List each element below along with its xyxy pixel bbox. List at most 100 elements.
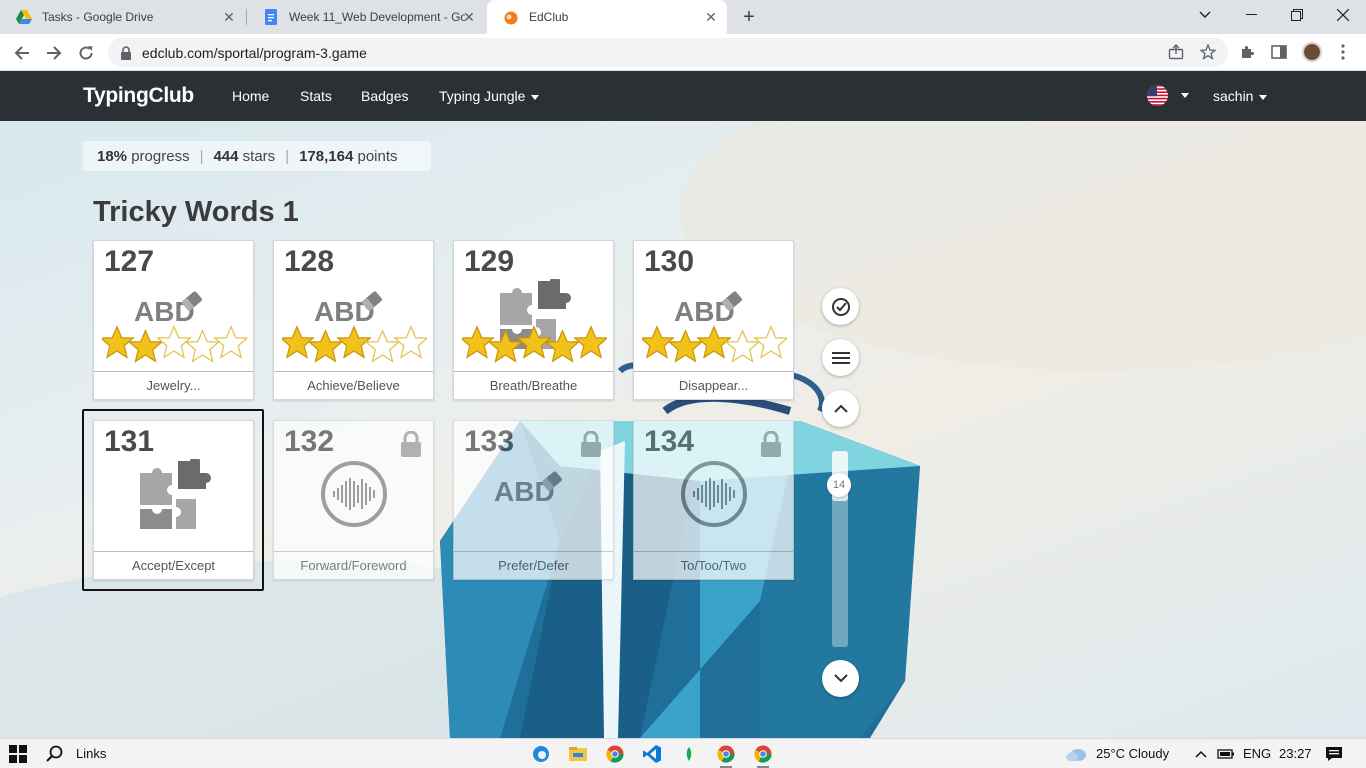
tab-title: Tasks - Google Drive	[42, 10, 154, 24]
tab-title: Week 11_Web Development - Go	[289, 10, 465, 24]
padlock-icon[interactable]	[120, 45, 132, 60]
puzzle-icon	[134, 456, 214, 529]
star-rating	[462, 325, 607, 363]
minimize-button[interactable]	[1228, 0, 1274, 30]
username: sachin	[1213, 88, 1254, 104]
lesson-name: Jewelry...	[94, 371, 253, 399]
language-caret-icon[interactable]	[1181, 93, 1189, 98]
nav-stats[interactable]: Stats	[300, 88, 332, 104]
main-content: 18% progress | 444 stars | 178,164 point…	[0, 121, 1366, 738]
lesson-card-127[interactable]: 127 ABD Jewelry...	[93, 240, 254, 400]
battery-icon[interactable]	[1216, 744, 1236, 764]
cloud-weather-icon[interactable]	[1064, 744, 1088, 764]
notification-center-icon[interactable]	[1324, 744, 1344, 764]
tab-title: EdClub	[529, 10, 569, 24]
chevron-up-icon[interactable]	[1194, 744, 1208, 764]
windows-start-icon[interactable]	[9, 745, 27, 763]
share-icon[interactable]	[1167, 43, 1185, 61]
lesson-number: 127	[104, 245, 155, 278]
lesson-card-133[interactable]: 133 ABD Prefer/Defer	[453, 420, 614, 580]
edge-browser-icon[interactable]	[531, 744, 551, 764]
windows-taskbar: Links 25°C Cloudy ENG 23:27	[0, 738, 1366, 768]
back-arrow-icon[interactable]	[9, 40, 35, 66]
star-empty-icon	[364, 329, 401, 363]
forward-arrow-icon[interactable]	[41, 40, 67, 66]
tab-edclub[interactable]: EdClub ✕	[487, 0, 727, 34]
lesson-number: 133	[464, 425, 515, 458]
lesson-number: 132	[284, 425, 335, 458]
reload-icon[interactable]	[73, 40, 99, 66]
lock-icon	[580, 430, 602, 457]
star-empty-icon	[213, 325, 247, 359]
close-tab-icon[interactable]: ✕	[703, 9, 719, 25]
kebab-menu-icon[interactable]	[1334, 43, 1352, 61]
lesson-name: Disappear...	[634, 371, 793, 399]
audio-wave-icon	[674, 459, 754, 529]
lesson-card-128[interactable]: 128 ABD Achieve/Believe	[273, 240, 434, 400]
star-empty-icon	[184, 329, 221, 363]
chrome-icon[interactable]	[605, 744, 625, 764]
star-empty-icon	[393, 325, 427, 359]
us-flag-icon[interactable]	[1147, 85, 1168, 106]
lock-icon	[400, 430, 422, 457]
tab-google-drive[interactable]: Tasks - Google Drive ✕	[0, 0, 245, 34]
lesson-name: Prefer/Defer	[454, 551, 613, 579]
stars-value: 444	[213, 147, 239, 165]
nav-typing-jungle-label: Typing Jungle	[439, 88, 526, 104]
clock-time[interactable]: 23:27	[1279, 746, 1312, 761]
scroll-position-badge: 14	[827, 473, 851, 497]
vscode-icon[interactable]	[642, 744, 662, 764]
lesson-number: 129	[464, 245, 515, 278]
search-icon[interactable]	[46, 745, 64, 763]
audio-wave-icon	[314, 459, 394, 529]
profile-avatar[interactable]	[1302, 42, 1322, 62]
tab-search-icon[interactable]	[1182, 0, 1228, 30]
lock-icon	[760, 430, 782, 457]
lesson-card-132[interactable]: 132 Forward/Foreword	[273, 420, 434, 580]
lesson-name: Achieve/Believe	[274, 371, 433, 399]
lesson-name: Accept/Except	[94, 551, 253, 579]
star-filled-icon	[307, 329, 344, 363]
restore-button[interactable]	[1274, 0, 1320, 30]
star-filled-icon	[544, 329, 581, 363]
language-indicator[interactable]: ENG	[1243, 746, 1271, 761]
check-circle-icon[interactable]	[822, 288, 859, 325]
mongodb-compass-icon[interactable]	[679, 744, 699, 764]
browser-toolbar: edclub.com/sportal/program-3.game	[0, 34, 1366, 71]
star-filled-icon	[573, 325, 607, 359]
bookmark-star-icon[interactable]	[1199, 43, 1217, 61]
nav-badges[interactable]: Badges	[361, 88, 408, 104]
browser-tab-strip: Tasks - Google Drive ✕ Week 11_Web Devel…	[0, 0, 1366, 34]
lesson-card-131[interactable]: 131 Accept/Except	[93, 420, 254, 580]
keyboard-abd-icon: ABD	[494, 459, 574, 529]
lesson-number: 131	[104, 425, 155, 458]
menu-icon[interactable]	[822, 339, 859, 376]
close-tab-icon[interactable]: ✕	[221, 9, 237, 25]
close-window-button[interactable]	[1320, 0, 1366, 30]
site-header: TypingClub Home Stats Badges Typing Jung…	[0, 71, 1366, 121]
taskbar-search-label[interactable]: Links	[76, 746, 106, 761]
side-panel-icon[interactable]	[1270, 43, 1288, 61]
tab-google-docs[interactable]: Week 11_Web Development - Go ✕	[247, 0, 485, 34]
lesson-card-129[interactable]: 129 Breath/Breathe	[453, 240, 614, 400]
chrome-icon[interactable]	[753, 744, 773, 764]
scroll-down-chevron-icon[interactable]	[822, 660, 859, 697]
nav-typing-jungle[interactable]: Typing Jungle	[439, 88, 540, 104]
lesson-card-134[interactable]: 134 To/Too/Two	[633, 420, 794, 580]
chevron-down-icon	[1259, 94, 1268, 100]
new-tab-button[interactable]: +	[737, 5, 761, 29]
chrome-icon[interactable]	[716, 744, 736, 764]
close-tab-icon[interactable]: ✕	[461, 9, 477, 25]
weather-text[interactable]: 25°C Cloudy	[1096, 746, 1169, 761]
points-label: points	[357, 147, 398, 165]
lesson-number: 128	[284, 245, 335, 278]
lesson-card-130[interactable]: 130 ABD Disappear...	[633, 240, 794, 400]
user-menu[interactable]: sachin	[1213, 88, 1268, 104]
file-explorer-icon[interactable]	[568, 744, 588, 764]
brand-logo[interactable]: TypingClub	[83, 84, 194, 108]
nav-home[interactable]: Home	[232, 88, 269, 104]
extensions-puzzle-icon[interactable]	[1238, 43, 1256, 61]
divider: |	[285, 147, 290, 165]
scroll-up-chevron-icon[interactable]	[822, 390, 859, 427]
address-bar[interactable]: edclub.com/sportal/program-3.game	[108, 38, 1228, 67]
